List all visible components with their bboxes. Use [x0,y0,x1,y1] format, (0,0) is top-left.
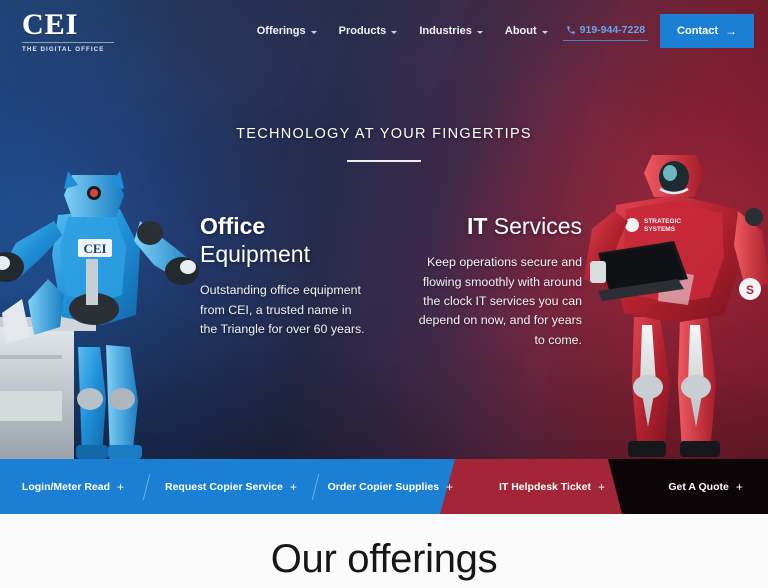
nav-label: About [504,25,537,37]
plus-icon: + [735,479,743,494]
column-title-bold: Office [200,213,266,239]
column-title-light: Equipment [200,241,310,268]
action-login-meter-read[interactable]: Login/Meter Read + [0,459,146,514]
chevron-down-icon [391,30,398,34]
phone-icon [566,25,575,34]
nav-item-about[interactable]: About [494,19,559,43]
svg-text:CEI: CEI [83,241,106,256]
svg-text:S: S [746,283,754,297]
logo-rule [22,42,114,43]
action-label: IT Helpdesk Ticket [498,480,591,493]
plus-icon: + [289,479,297,494]
contact-button[interactable]: Contact → [660,14,754,48]
hero-columns: Office Equipment Outstanding office equi… [200,212,582,350]
phone-link[interactable]: 919-944-7228 [562,22,649,41]
chevron-down-icon [476,30,483,34]
offerings-section: Our offerings [0,514,768,588]
offerings-title: Our offerings [270,536,498,581]
chevron-down-icon [310,30,317,34]
hero-column-it-services: IT Services Keep operations secure and f… [410,212,582,350]
action-label: Get A Quote [668,480,729,493]
contact-button-label: Contact [677,25,718,37]
nav-label: Offerings [256,25,306,37]
column-title-light: Services [493,213,582,239]
main-navigation: Offerings Products Industries About 919-… [246,0,754,62]
column-title: Office Equipment [200,212,372,268]
column-title: IT Services [410,212,582,240]
hero-kicker: TECHNOLOGY AT YOUR FINGERTIPS [236,126,532,142]
action-get-a-quote[interactable]: Get A Quote + [643,459,768,514]
page-root: CEI STRATEGIC SYSTEMS S CEI THE DIGITAL … [0,0,768,588]
phone-number: 919-944-7228 [579,23,646,36]
logo-mark: CEI [22,8,79,41]
svg-text:SYSTEMS: SYSTEMS [644,226,676,233]
nav-item-products[interactable]: Products [328,19,409,43]
svg-text:STRATEGIC: STRATEGIC [644,218,681,225]
nav-item-industries[interactable]: Industries [408,19,494,43]
plus-icon: + [117,479,125,494]
action-label: Order Copier Supplies [327,480,440,493]
logo-tagline: THE DIGITAL OFFICE [22,46,105,53]
arrow-right-icon: → [725,24,737,38]
hero-column-office-equipment: Office Equipment Outstanding office equi… [200,212,372,350]
plus-icon: + [446,479,454,494]
quick-action-bar: Login/Meter Read + Request Copier Servic… [0,459,768,514]
chevron-down-icon [541,30,548,34]
action-label: Request Copier Service [164,480,283,493]
logo[interactable]: CEI THE DIGITAL OFFICE [22,8,114,53]
red-robot-image: STRATEGIC SYSTEMS S [584,155,768,457]
site-header: CEI THE DIGITAL OFFICE Offerings Product… [0,0,768,62]
hero-divider-rule [347,160,421,162]
action-it-helpdesk-ticket[interactable]: IT Helpdesk Ticket + [473,459,631,514]
hero-section: CEI STRATEGIC SYSTEMS S CEI THE DIGITAL … [0,0,768,459]
column-body: Outstanding office equipment from CEI, a… [200,283,365,337]
nav-label: Products [338,25,387,37]
column-title-bold: IT [466,213,488,239]
nav-label: Industries [419,25,472,37]
blue-robot-image: CEI [0,171,199,459]
action-order-copier-supplies[interactable]: Order Copier Supplies + [316,459,465,514]
plus-icon: + [597,479,605,494]
action-bar-items: Login/Meter Read + Request Copier Servic… [0,459,768,514]
action-request-copier-service[interactable]: Request Copier Service + [147,459,315,514]
action-label: Login/Meter Read [21,480,110,493]
column-body: Keep operations secure and flowing smoot… [418,255,582,347]
nav-item-offerings[interactable]: Offerings [246,19,328,43]
hero-headline-block: TECHNOLOGY AT YOUR FINGERTIPS [0,126,768,162]
